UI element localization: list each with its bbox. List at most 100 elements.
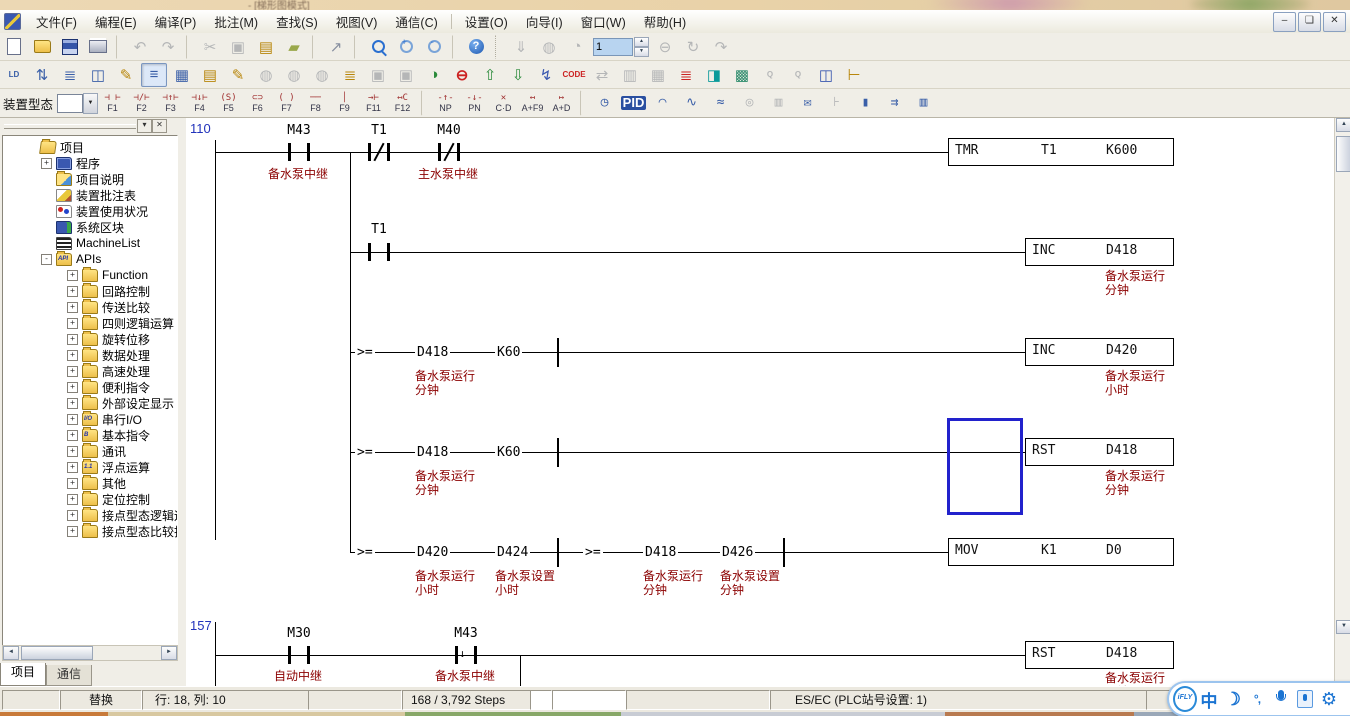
compare-operator[interactable]: >= [583,545,603,560]
contact-bar[interactable] [455,646,458,664]
jump-icon[interactable]: ↷ [708,35,734,59]
contact-bar[interactable] [457,143,460,161]
zoom-icon[interactable] [365,35,391,59]
tree-expand-toggle[interactable]: + [67,446,78,457]
tree-item[interactable]: 装置使用状况 [3,203,177,219]
ball-icon[interactable]: ◔ [564,35,590,59]
chevron-down-icon[interactable]: ▼ [83,93,98,114]
menu-search[interactable]: 查找(S) [267,9,327,34]
tree-item[interactable]: + 四则逻辑运算 [3,315,177,331]
close-button[interactable]: ✕ [1323,12,1346,32]
menu-help[interactable]: 帮助(H) [635,9,695,34]
compare-operand[interactable]: D418 [415,345,450,360]
hline-f8[interactable]: ──F8 [302,90,330,116]
tree-item[interactable]: + Function [3,267,177,283]
contact-bar[interactable] [474,646,477,664]
instruction-box-mov[interactable]: MOV K1 D0 [948,538,1174,566]
download-program-icon[interactable]: ⇩ [505,63,531,87]
tree-horizontal-scrollbar[interactable]: ◄ ► [2,645,178,661]
tree-item[interactable]: + 外部设定显示 [3,395,177,411]
restore-button[interactable]: ❏ [1298,12,1321,32]
separator[interactable] [354,35,360,59]
menu-program[interactable]: 编程(E) [86,9,146,34]
close-icon[interactable]: ✕ [152,119,167,133]
tree-item[interactable]: + 其他 [3,475,177,491]
tree-expand-toggle[interactable]: + [67,302,78,313]
tree-item[interactable]: + 数据处理 [3,347,177,363]
scroll-down-icon[interactable]: ▼ [1336,620,1350,634]
help-icon[interactable]: ? [463,35,489,59]
refresh-icon[interactable]: ↻ [680,35,706,59]
tree-expand-toggle[interactable]: + [67,398,78,409]
grille-icon[interactable]: ▥ [765,90,793,116]
copy-icon[interactable]: ▣ [225,35,251,59]
print-icon[interactable] [85,35,111,59]
thermometer-icon[interactable]: ▮ [852,90,880,116]
timer-wizard-icon[interactable]: ◷ [591,90,619,116]
step-wizard-icon[interactable]: ≈ [707,90,735,116]
contact-normally-open-f1[interactable]: ⊣ ⊢F1 [99,90,127,116]
contact-bar[interactable] [387,143,390,161]
online-mode-icon[interactable]: ◑ [421,63,447,87]
selection-cursor[interactable] [947,418,1023,515]
separator[interactable] [495,35,502,59]
compare-operand[interactable]: K60 [495,445,522,460]
new-file-icon[interactable] [1,35,27,59]
il-view-icon[interactable]: ≣ [57,63,83,87]
wave-wizard-icon[interactable]: ∿ [678,90,706,116]
instruction-box-inc[interactable]: INC D418 [1025,238,1174,266]
contact-bar[interactable] [368,143,371,161]
menu-comment[interactable]: 批注(M) [205,9,267,34]
communication-icon[interactable]: ↯ [533,63,559,87]
contact-bar[interactable] [288,646,291,664]
separator[interactable] [186,35,192,59]
tree-item[interactable]: 系统区块 [3,219,177,235]
grille-yellow-icon[interactable]: ▥ [910,90,938,116]
tree-item[interactable]: - API APIs [3,251,177,267]
flow-icon[interactable]: ⇉ [881,90,909,116]
ladder-view-icon[interactable]: ≡ [141,63,167,87]
device-type-input[interactable] [57,94,83,113]
tree-item[interactable]: 项目 [3,139,177,155]
menu-window[interactable]: 窗口(W) [572,9,635,34]
tree-expand-toggle[interactable]: - [41,254,52,265]
ifly-logo-icon[interactable]: iFLY [1173,687,1197,711]
separator[interactable] [421,90,427,116]
compare-operand[interactable]: D418 [415,445,450,460]
code-convert-icon[interactable]: CODE [561,63,587,87]
compare-operand[interactable]: D424 [495,545,530,560]
pn-pulse-button[interactable]: -↓-PN [461,90,489,116]
zoom-in-icon[interactable] [393,35,419,59]
tree-expand-toggle[interactable]: + [67,430,78,441]
contact-bar[interactable] [307,646,310,664]
contact-bar[interactable] [387,243,390,261]
scrollbar-thumb[interactable] [21,646,93,660]
tree-expand-toggle[interactable]: + [67,350,78,361]
balloon-comment3-icon[interactable]: ◍ [309,63,335,87]
menu-file[interactable]: 文件(F) [27,9,86,34]
open-file-icon[interactable] [29,35,55,59]
tree-expand-toggle[interactable]: + [67,478,78,489]
chinese-mode-icon[interactable]: 中 [1197,687,1221,711]
tab-project[interactable]: 项目 [0,663,46,686]
out-coil-f7[interactable]: ( )F7 [273,90,301,116]
tree-item[interactable]: + 回路控制 [3,283,177,299]
pin-icon[interactable]: ▾ [137,119,152,133]
remove-step-icon[interactable]: ⊖ [652,35,678,59]
separator[interactable] [452,35,458,59]
menu-options[interactable]: 设置(O) [456,9,517,34]
tab-communication[interactable]: 通信 [46,665,92,686]
microphone-icon[interactable] [1269,687,1293,711]
tree-expand-toggle[interactable]: + [67,526,78,537]
verify-icon[interactable]: ▥ [617,63,643,87]
step-list-icon[interactable]: ≣ [673,63,699,87]
instruction-f11[interactable]: →⊢F11 [360,90,388,116]
tree-expand-toggle[interactable]: + [67,318,78,329]
tree-item[interactable]: 项目说明 [3,171,177,187]
trace-icon[interactable]: ↗ [323,35,349,59]
contact-rising-edge-f3[interactable]: ⊣↑⊢F3 [157,90,185,116]
keypad-entry-icon[interactable]: ▤ [197,63,223,87]
ld-out-view-icon[interactable]: LD [1,63,27,87]
cut-icon[interactable]: ✂ [197,35,223,59]
query2-icon[interactable]: Q [785,63,811,87]
